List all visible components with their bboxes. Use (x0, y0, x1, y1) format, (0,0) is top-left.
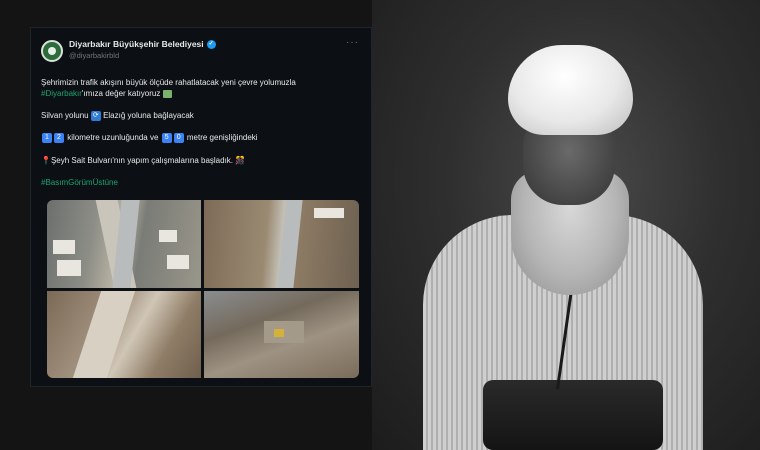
tweet-card[interactable]: Diyarbakır Büyükşehir Belediyesi ✓ @diyar… (30, 27, 372, 387)
photo-grid (47, 200, 359, 378)
pin-emoji-icon: 📍 (41, 156, 51, 165)
photo-road-construction-1[interactable] (47, 200, 201, 288)
keycap-digit-icon: 1 (42, 133, 52, 143)
keycap-digit-icon: 5 (161, 133, 172, 143)
celebration-emoji-icon: 🎊 (235, 156, 246, 165)
tweet-text-line-1: Şehrimizin trafik akışını büyük ölçüde r… (41, 78, 296, 87)
keycap-digit-icon: 2 (54, 133, 64, 143)
loop-arrows-emoji-icon: ⟳ (90, 111, 101, 121)
photo-road-construction-3[interactable] (47, 291, 201, 378)
tweet-text-line-5: 📍Şeyh Sait Bulvarı'nın yapım çalışmaları… (41, 156, 246, 165)
avatar[interactable] (41, 40, 63, 62)
keycap-digit-icon: 0 (173, 133, 184, 143)
hashtag-link[interactable]: #Diyarbakır (41, 89, 82, 98)
tweet-text-line-3: Silvan yolunu ⟳ Elazığ yoluna bağlayacak (41, 111, 194, 121)
historical-portrait-image (413, 40, 703, 450)
verified-badge-icon: ✓ (206, 40, 216, 50)
photo-road-construction-4[interactable] (204, 291, 359, 378)
photo-road-construction-2[interactable] (204, 200, 359, 288)
account-name[interactable]: Diyarbakır Büyükşehir Belediyesi ✓ (69, 39, 216, 50)
more-dots-icon[interactable]: ··· (346, 37, 359, 48)
hashtag-link[interactable]: #BasımGörümÜstüne (41, 178, 118, 187)
tweet-text-line-4: 12 kilometre uzunluğunda ve 50 metre gen… (41, 133, 258, 143)
tweet-text-line-2: #Diyarbakır'ımıza değer katıyoruz (41, 89, 172, 98)
flag-emoji-icon (162, 89, 172, 98)
account-handle[interactable]: @diyarbakirbld (69, 51, 119, 60)
